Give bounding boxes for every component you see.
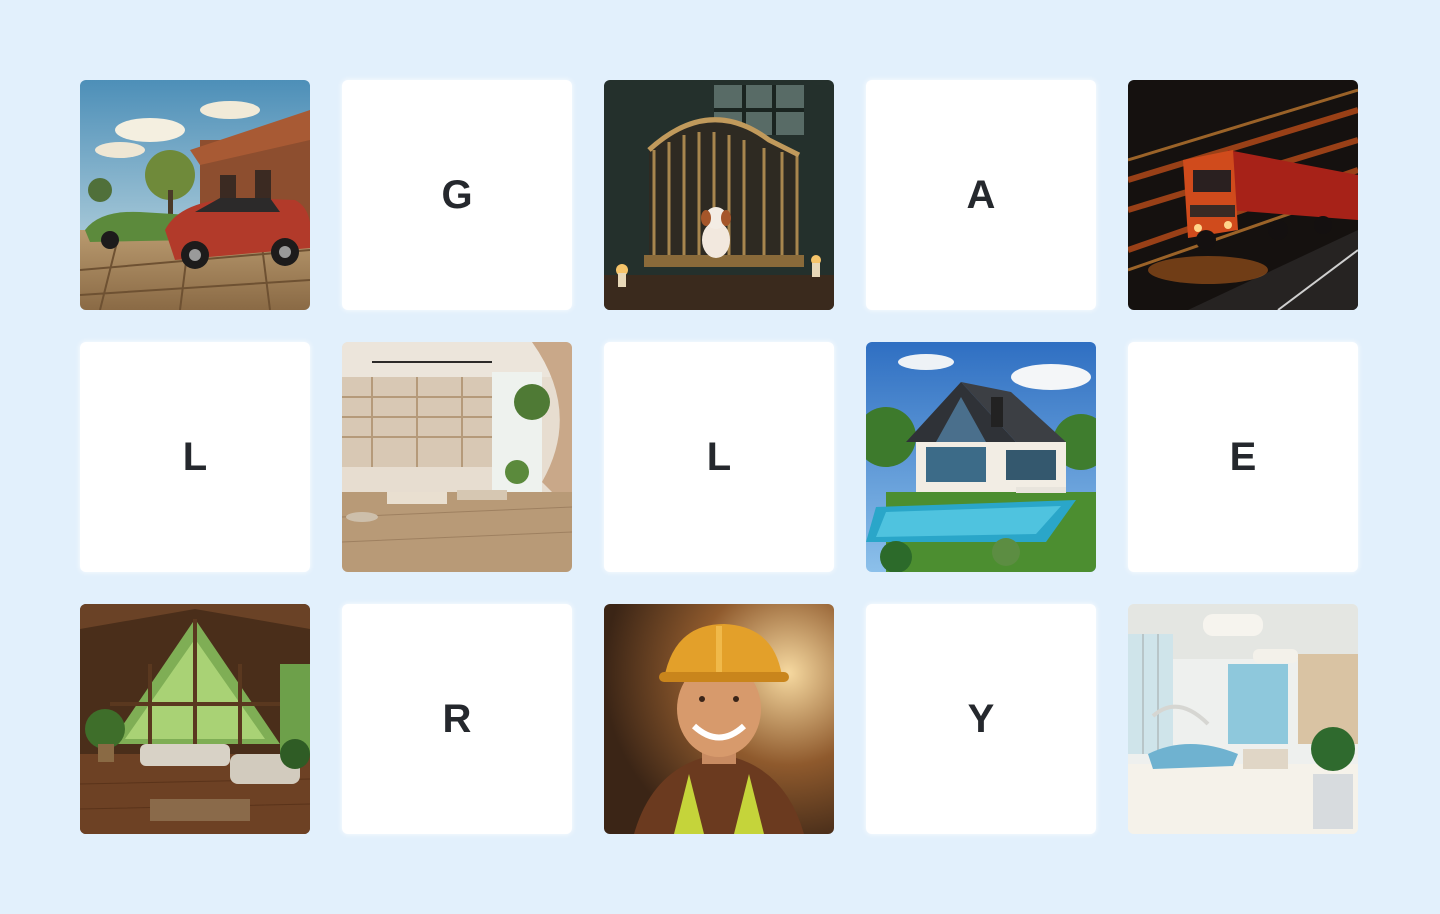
- photo-construction-worker[interactable]: [604, 604, 834, 834]
- photo-cabin-living-room[interactable]: [80, 604, 310, 834]
- letter-e: E: [1229, 434, 1257, 479]
- photo-modern-house[interactable]: [866, 342, 1096, 572]
- letter-r: R: [442, 696, 472, 741]
- modern-house-image: [866, 342, 1096, 572]
- letter-g: G: [441, 172, 473, 217]
- letter-a: A: [966, 172, 996, 217]
- letter-tile-r[interactable]: R: [342, 604, 572, 834]
- letter-l-2: L: [706, 434, 732, 479]
- letter-tile-l-2[interactable]: L: [604, 342, 834, 572]
- construction-worker-image: [604, 604, 834, 834]
- dental-clinic-image: [1128, 604, 1358, 834]
- letter-tile-g[interactable]: G: [342, 80, 572, 310]
- gallery-grid: G A L L E R Y: [80, 80, 1358, 834]
- letter-l-1: L: [182, 434, 208, 479]
- dog-cage-image: [604, 80, 834, 310]
- photo-retail-store[interactable]: [342, 342, 572, 572]
- letter-tile-a[interactable]: A: [866, 80, 1096, 310]
- vintage-cars-image: [80, 80, 310, 310]
- letter-tile-l-1[interactable]: L: [80, 342, 310, 572]
- photo-dental-clinic[interactable]: [1128, 604, 1358, 834]
- speeding-truck-image: [1128, 80, 1358, 310]
- letter-tile-e[interactable]: E: [1128, 342, 1358, 572]
- photo-vintage-cars[interactable]: [80, 80, 310, 310]
- retail-store-image: [342, 342, 572, 572]
- photo-speeding-truck[interactable]: [1128, 80, 1358, 310]
- cabin-living-room-image: [80, 604, 310, 834]
- letter-y: Y: [967, 696, 995, 741]
- photo-dog-cage[interactable]: [604, 80, 834, 310]
- letter-tile-y[interactable]: Y: [866, 604, 1096, 834]
